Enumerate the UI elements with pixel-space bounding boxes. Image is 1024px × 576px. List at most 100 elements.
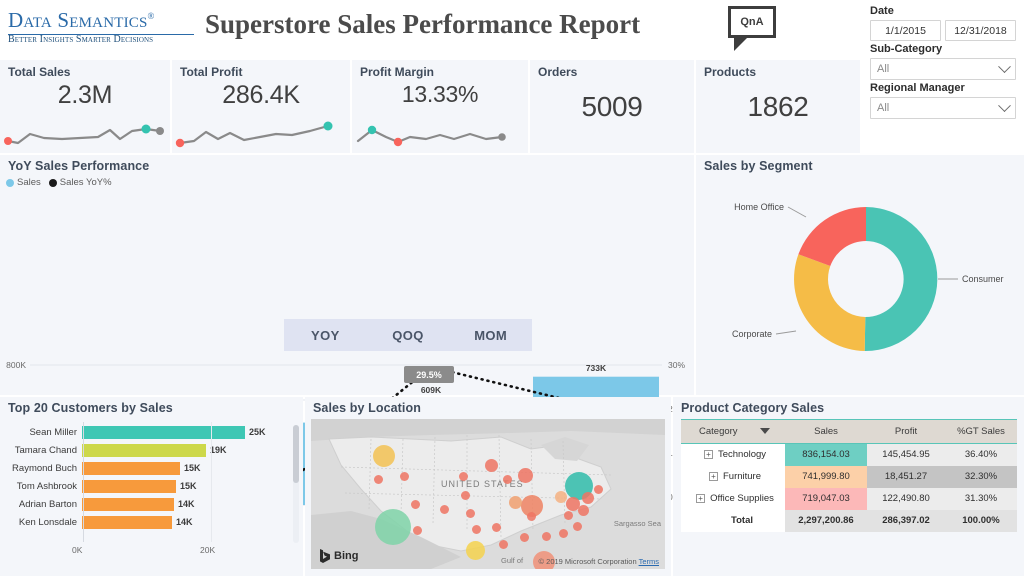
sort-descending-icon[interactable] — [760, 428, 770, 434]
bing-label: Bing — [334, 550, 358, 562]
customer-bar[interactable] — [82, 480, 176, 493]
map-bubble[interactable] — [578, 505, 589, 516]
map-bubble[interactable] — [492, 523, 501, 532]
qna-button[interactable]: QnA — [728, 6, 778, 52]
tab-mom[interactable]: MOM — [449, 319, 532, 351]
dashboard-page: Data Semantics® Better Insights Smarter … — [0, 0, 1024, 576]
map-bubble[interactable] — [400, 472, 409, 481]
customer-bar[interactable] — [82, 516, 172, 529]
map-bubble[interactable] — [466, 541, 485, 560]
kpi-card-orders[interactable]: Orders 5009 — [530, 60, 694, 153]
donut-slice-home-office[interactable] — [798, 207, 866, 266]
map-terms-link[interactable]: Terms — [639, 557, 659, 566]
customer-value: 15K — [180, 463, 201, 473]
bing-icon — [319, 549, 331, 563]
subcategory-slicer-label: Sub-Category — [870, 43, 1016, 55]
map-bubble[interactable] — [594, 485, 603, 494]
customer-name: Sean Miller — [0, 427, 82, 438]
list-item[interactable]: Raymond Buch 15K — [0, 459, 303, 477]
subcategory-dropdown[interactable]: All — [870, 58, 1016, 80]
list-item[interactable]: Tom Ashbrook 15K — [0, 477, 303, 495]
kpi-card-products[interactable]: Products 1862 — [696, 60, 860, 153]
donut-slice-consumer[interactable] — [865, 207, 938, 351]
list-item[interactable]: Sean Miller 25K — [0, 423, 303, 441]
tab-qoq[interactable]: QOQ — [367, 319, 450, 351]
customer-bar[interactable] — [82, 426, 245, 439]
yoy-panel-title: YoY Sales Performance — [0, 155, 694, 175]
date-range-slicer[interactable]: 1/1/2015 12/31/2018 — [870, 20, 1016, 41]
svg-text:733K: 733K — [586, 363, 607, 373]
list-item[interactable]: Ken Lonsdale 14K — [0, 513, 303, 531]
customer-name: Tom Ashbrook — [0, 481, 82, 492]
map-bubble[interactable] — [411, 500, 420, 509]
table-row[interactable]: +Furniture 741,999.80 18,451.27 32.30% — [681, 466, 1017, 488]
customer-bar[interactable] — [82, 444, 206, 457]
list-item[interactable]: Tamara Chand 19K — [0, 441, 303, 459]
cell-category[interactable]: +Furniture — [681, 466, 785, 488]
map-bubble[interactable] — [459, 472, 468, 481]
column-header-profit[interactable]: Profit — [867, 420, 945, 444]
bing-logo[interactable]: Bing — [319, 549, 358, 563]
customers-scrollbar[interactable] — [293, 425, 299, 543]
map-bubble[interactable] — [520, 533, 529, 542]
bing-map[interactable]: UNITED STATES Sargasso Sea Gulf of — [311, 419, 665, 569]
map-bubble[interactable] — [527, 512, 536, 521]
cell-category[interactable]: +Office Supplies — [681, 488, 785, 510]
map-bubble[interactable] — [573, 522, 582, 531]
column-header-sales[interactable]: Sales — [785, 420, 867, 444]
kpi-card-profit-margin[interactable]: Profit Margin 13.33% — [352, 60, 528, 153]
segment-donut-chart[interactable]: Consumer Home Office Corporate — [696, 179, 1024, 391]
customer-value: 15K — [176, 481, 197, 491]
list-item[interactable]: Adrian Barton 14K — [0, 495, 303, 513]
customers-panel-title: Top 20 Customers by Sales — [0, 397, 303, 417]
map-bubble[interactable] — [509, 496, 522, 509]
date-to-input[interactable]: 12/31/2018 — [945, 20, 1016, 41]
scrollbar-thumb[interactable] — [293, 425, 299, 483]
column-header-category[interactable]: Category — [681, 420, 785, 444]
map-bubble[interactable] — [582, 492, 594, 504]
regional-manager-dropdown[interactable]: All — [870, 97, 1016, 119]
map-bubble[interactable] — [472, 525, 481, 534]
map-bubble[interactable] — [485, 459, 498, 472]
x-axis-tick-0k: 0K — [72, 545, 82, 555]
yoy-sales-performance-panel: YoY Sales Performance Sales Sales YoY% Y… — [0, 155, 694, 395]
map-bubble[interactable] — [413, 526, 422, 535]
sales-by-segment-panel: Sales by Segment Consumer Home Office Co… — [696, 155, 1024, 395]
expand-icon[interactable]: + — [696, 494, 705, 503]
legend-item-sales[interactable]: Sales — [6, 177, 41, 188]
table-row[interactable]: +Technology 836,154.03 145,454.95 36.40% — [681, 444, 1017, 466]
kpi-card-total-sales[interactable]: Total Sales 2.3M — [0, 60, 170, 153]
map-bubble[interactable] — [559, 529, 568, 538]
cell-category[interactable]: +Technology — [681, 444, 785, 466]
map-bubble[interactable] — [466, 509, 475, 518]
expand-icon[interactable]: + — [709, 472, 718, 481]
legend-swatch-sales-yoy — [49, 179, 57, 187]
map-bubble[interactable] — [375, 509, 411, 545]
product-category-sales-panel: Product Category Sales Category Sales Pr… — [673, 397, 1024, 576]
kpi-card-total-profit[interactable]: Total Profit 286.4K — [172, 60, 350, 153]
date-from-input[interactable]: 1/1/2015 — [870, 20, 941, 41]
customer-bar[interactable] — [82, 462, 180, 475]
expand-icon[interactable]: + — [704, 450, 713, 459]
donut-slice-corporate[interactable] — [794, 254, 865, 351]
cell-total-pct: 100.00% — [945, 510, 1017, 532]
cell-profit: 145,454.95 — [867, 444, 945, 466]
column-header-pct-gt-sales[interactable]: %GT Sales — [945, 420, 1017, 444]
map-bubble[interactable] — [564, 511, 573, 520]
tab-yoy[interactable]: YOY — [284, 319, 367, 351]
map-bubble[interactable] — [440, 505, 449, 514]
map-bubble[interactable] — [373, 445, 395, 467]
map-bubble[interactable] — [499, 540, 508, 549]
map-bubble[interactable] — [374, 475, 383, 484]
donut-label-consumer: Consumer — [962, 274, 1004, 284]
table-row[interactable]: +Office Supplies 719,047.03 122,490.80 3… — [681, 488, 1017, 510]
map-bubble[interactable] — [503, 475, 512, 484]
map-bubble[interactable] — [555, 491, 567, 503]
sparkline-total-sales — [0, 117, 170, 151]
customer-bar[interactable] — [82, 498, 174, 511]
legend-item-sales-yoy[interactable]: Sales YoY% — [49, 177, 112, 188]
map-bubble[interactable] — [461, 491, 470, 500]
legend-swatch-sales — [6, 179, 14, 187]
map-bubble[interactable] — [518, 468, 533, 483]
map-bubble[interactable] — [542, 532, 551, 541]
